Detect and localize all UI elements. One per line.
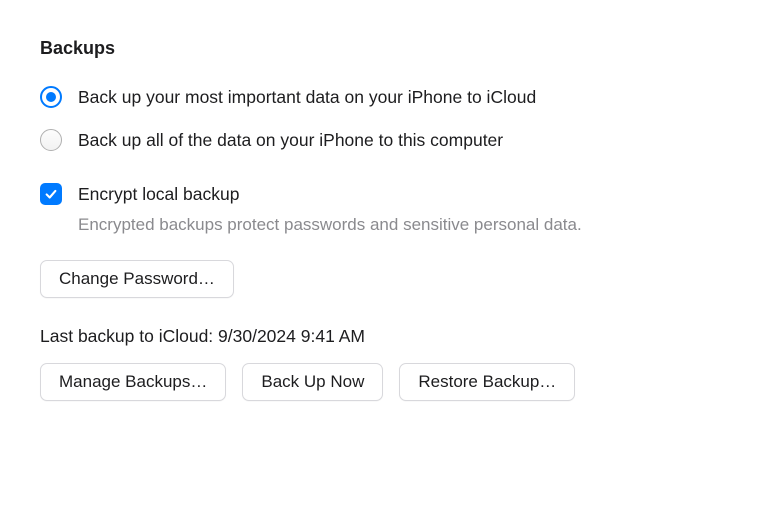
backup-option-icloud-label: Back up your most important data on your… (78, 85, 536, 110)
encrypt-label: Encrypt local backup (78, 182, 239, 207)
manage-backups-button[interactable]: Manage Backups… (40, 363, 226, 401)
backup-option-icloud[interactable]: Back up your most important data on your… (40, 85, 724, 110)
change-password-button[interactable]: Change Password… (40, 260, 234, 298)
encrypt-checkbox-row[interactable]: Encrypt local backup (40, 182, 724, 207)
encrypt-block: Encrypt local backup Encrypted backups p… (40, 182, 724, 236)
backup-option-local[interactable]: Back up all of the data on your iPhone t… (40, 128, 724, 153)
backup-option-local-label: Back up all of the data on your iPhone t… (78, 128, 503, 153)
section-title: Backups (40, 36, 724, 61)
radio-selected-icon (40, 86, 62, 108)
action-button-row: Manage Backups… Back Up Now Restore Back… (40, 363, 724, 401)
radio-unselected-icon (40, 129, 62, 151)
back-up-now-button[interactable]: Back Up Now (242, 363, 383, 401)
encrypt-description: Encrypted backups protect passwords and … (78, 213, 724, 237)
checkbox-checked-icon (40, 183, 62, 205)
restore-backup-button[interactable]: Restore Backup… (399, 363, 575, 401)
last-backup-status: Last backup to iCloud: 9/30/2024 9:41 AM (40, 324, 724, 349)
